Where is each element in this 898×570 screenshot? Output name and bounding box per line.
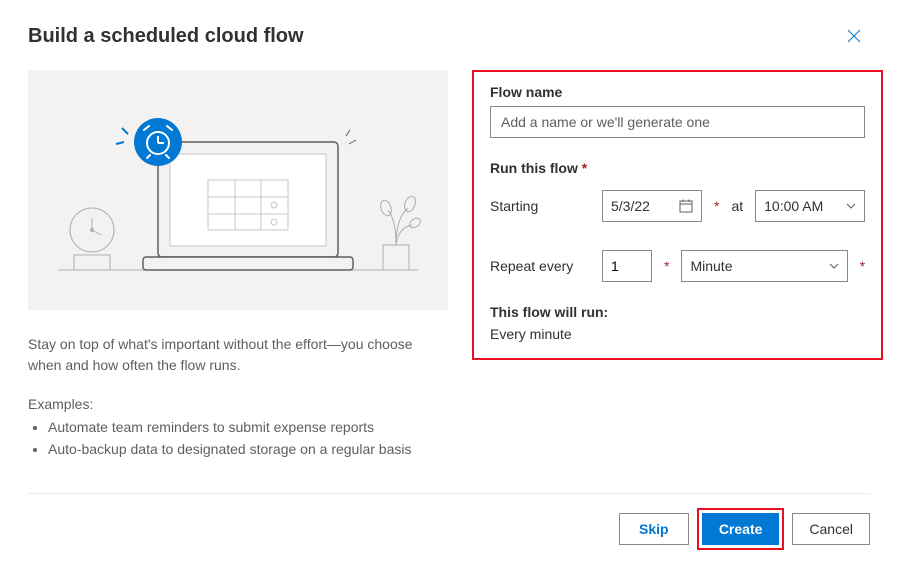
starting-label: Starting <box>490 198 590 214</box>
run-flow-label: Run this flow <box>490 160 865 176</box>
starting-row: Starting 5/3/22 * at 10:00 AM <box>490 190 865 222</box>
starting-time-select[interactable]: 10:00 AM <box>755 190 865 222</box>
repeat-label: Repeat every <box>490 258 590 274</box>
create-highlight: Create <box>697 508 785 550</box>
close-icon <box>846 28 862 44</box>
skip-button[interactable]: Skip <box>619 513 689 545</box>
chevron-down-icon <box>846 201 856 211</box>
required-asterisk: * <box>664 258 669 274</box>
illustration <box>28 70 448 310</box>
dialog-title: Build a scheduled cloud flow <box>28 25 304 48</box>
required-asterisk: * <box>860 258 865 274</box>
left-column: Stay on top of what's important without … <box>28 70 448 493</box>
right-column: Flow name Run this flow Starting 5/3/22 … <box>472 70 883 493</box>
example-item: Automate team reminders to submit expens… <box>48 416 448 438</box>
description-text: Stay on top of what's important without … <box>28 334 448 376</box>
flow-form: Flow name Run this flow Starting 5/3/22 … <box>472 70 883 360</box>
chevron-down-icon <box>829 261 839 271</box>
dialog-body: Stay on top of what's important without … <box>28 70 870 493</box>
examples-list: Automate team reminders to submit expens… <box>28 416 448 461</box>
example-item: Auto-backup data to designated storage o… <box>48 438 448 460</box>
required-asterisk: * <box>714 198 719 214</box>
calendar-icon <box>679 199 693 213</box>
dialog-footer: Skip Create Cancel <box>28 493 870 550</box>
at-label: at <box>731 198 743 214</box>
starting-date-input[interactable]: 5/3/22 <box>602 190 702 222</box>
summary-label: This flow will run: <box>490 304 865 320</box>
close-button[interactable] <box>838 20 870 52</box>
summary-text: Every minute <box>490 326 865 342</box>
starting-time-value: 10:00 AM <box>764 198 823 214</box>
repeat-value-input[interactable] <box>602 250 652 282</box>
cancel-button[interactable]: Cancel <box>792 513 870 545</box>
create-button[interactable]: Create <box>702 513 780 545</box>
repeat-unit-value: Minute <box>690 258 732 274</box>
starting-date-value: 5/3/22 <box>611 198 650 214</box>
flow-name-input[interactable] <box>490 106 865 138</box>
repeat-row: Repeat every * Minute * <box>490 250 865 282</box>
dialog-header: Build a scheduled cloud flow <box>28 20 870 52</box>
repeat-unit-select[interactable]: Minute <box>681 250 847 282</box>
flow-name-label: Flow name <box>490 84 865 100</box>
scheduled-flow-dialog: Build a scheduled cloud flow <box>0 0 898 570</box>
examples-label: Examples: <box>28 396 448 412</box>
